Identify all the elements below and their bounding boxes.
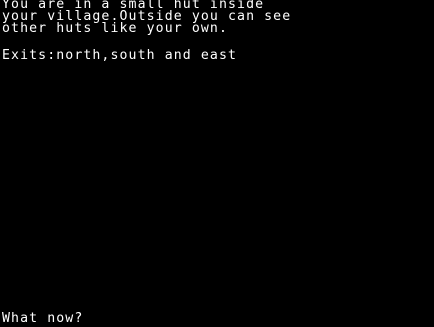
command-prompt[interactable]: What now? [2, 312, 83, 326]
exits-text: Exits:north,south and east [2, 48, 238, 63]
room-description-line-3: other huts like your own. [2, 21, 228, 36]
game-screen: You are in a small hut inside your villa… [0, 0, 434, 327]
